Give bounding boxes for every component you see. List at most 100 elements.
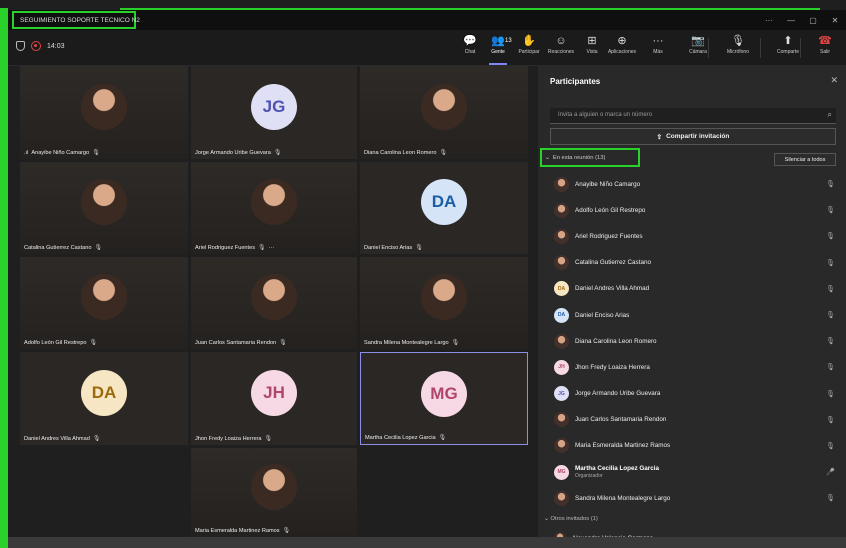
participant-name: Daniel Andres Villa Ahmad xyxy=(575,285,650,293)
participant-video-tile[interactable]: Sandra Milena Montealegre Largo 🎙 xyxy=(360,257,528,349)
participant-video-tile[interactable]: DA Daniel Andres Villa Ahmad 🎙 xyxy=(20,352,188,445)
participant-row[interactable]: Diana Carolina Leon Romero 🎙 xyxy=(538,328,846,354)
participant-row[interactable]: JG Jorge Armando Uribe Guevara 🎙 xyxy=(538,381,846,407)
participant-video-tile[interactable]: .ıl Anayibe Niño Camargo 🎙 xyxy=(20,66,188,159)
participant-video-tile[interactable]: Ariel Rodriguez Fuentes 🎙 ··· xyxy=(191,162,357,254)
other-invitees-header[interactable]: ⌄ Otros invitados (1) xyxy=(544,516,598,522)
avatar xyxy=(554,202,569,218)
participant-video-tile[interactable]: Diana Carolina Leon Romero 🎙 xyxy=(360,66,528,159)
participant-video-tile[interactable]: MG Martha Cecilia Lopez Garcia 🎙 xyxy=(360,352,528,445)
participant-name: Daniel Andres Villa Ahmad xyxy=(24,435,90,442)
participant-row[interactable]: MG Martha Cecilia Lopez Garcia Organizador… xyxy=(538,459,846,485)
toolbar-button-chat[interactable]: 💬 Chat xyxy=(455,34,485,62)
participant-name: Catalina Gutierrez Castano xyxy=(575,259,651,267)
mic-muted-icon[interactable]: 🎙 xyxy=(826,285,835,293)
toolbar-button-más[interactable]: ··· Más xyxy=(643,34,673,62)
share-invite-button[interactable]: ⇪ Compartir invitación xyxy=(550,128,836,145)
participant-video-tile[interactable]: JH Jhon Fredy Loaiza Herrera 🎙 xyxy=(191,352,357,445)
participant-info: Adolfo León Gil Restrepo xyxy=(575,207,645,214)
toolbar-button-comparte[interactable]: ⬆ Comparte xyxy=(773,34,803,62)
mic-muted-icon: 🎙 xyxy=(279,340,287,346)
title-bar: SEGUIMIENTO SOPORTE TECNICO N2 ··· — ▢ ✕ xyxy=(8,10,846,30)
participant-row[interactable]: Sandra Milena Montealegre Largo 🎙 xyxy=(538,485,846,511)
mic-muted-icon[interactable]: 🎙 xyxy=(826,337,835,345)
participant-name: Jorge Armando Uribe Guevara xyxy=(575,390,661,398)
mic-muted-icon[interactable]: 🎙 xyxy=(826,442,835,450)
mic-muted-icon[interactable]: 🎙 xyxy=(826,494,835,502)
avatar xyxy=(554,333,569,349)
more-options-icon[interactable]: ··· xyxy=(758,16,780,25)
minimize-button[interactable]: — xyxy=(780,16,802,25)
toolbar-button-vista[interactable]: ⊞ Vista xyxy=(577,34,607,62)
meeting-timer: 14:03 xyxy=(47,42,65,50)
raise-hand-icon: ✋ xyxy=(522,35,536,47)
participant-row[interactable]: Juan Carlos Santamaria Rendon 🎙 xyxy=(538,407,846,433)
participant-row[interactable]: JH Jhon Fredy Loaiza Herrera 🎙 xyxy=(538,354,846,380)
video-grid: .ıl Anayibe Niño Camargo 🎙 JG Jorge Armando … xyxy=(8,66,538,537)
toolbar-button-participar[interactable]: ✋ Participar xyxy=(514,34,544,62)
avatar xyxy=(251,274,297,320)
participant-info: Martha Cecilia Lopez Garcia Organizador xyxy=(575,465,659,479)
toolbar-button-micrófono[interactable]: 🎙 Micrófono xyxy=(723,34,753,62)
avatar: JH xyxy=(554,359,569,375)
participant-video-tile[interactable]: Maria Esmeralda Martinez Ramos 🎙 xyxy=(191,448,357,537)
mic-muted-icon[interactable]: 🎙 xyxy=(826,259,835,267)
participant-row[interactable]: DA Daniel Andres Villa Ahmad 🎙 xyxy=(538,276,846,302)
avatar xyxy=(81,274,127,320)
participant-name: Ariel Rodriguez Fuentes xyxy=(195,244,256,251)
participant-name: Daniel Enciso Arias xyxy=(575,311,630,319)
toolbar-button-reacciones[interactable]: ☺ Reacciones xyxy=(546,34,576,62)
avatar: JG xyxy=(554,386,569,402)
search-icon[interactable]: ⌕ xyxy=(828,110,832,120)
panel-title: Participantes xyxy=(550,77,601,86)
participant-video-tile[interactable]: DA Daniel Enciso Arias 🎙 xyxy=(360,162,528,254)
mic-muted-icon: 🎙 xyxy=(273,150,282,156)
participant-video-tile[interactable]: JG Jorge Armando Uribe Guevara 🎙 xyxy=(191,66,357,159)
participant-name: Diana Carolina Leon Romero xyxy=(575,337,657,345)
toolbar-button-gente[interactable]: 👥 13 Gente xyxy=(483,34,513,65)
participant-video-tile[interactable]: Catalina Gutierrez Castano 🎙 xyxy=(20,162,188,254)
shield-icon xyxy=(16,41,25,51)
participant-row[interactable]: DA Daniel Enciso Arias 🎙 xyxy=(538,302,846,328)
close-window-button[interactable]: ✕ xyxy=(824,16,846,25)
participant-name: Jhon Fredy Loaiza Herrera xyxy=(195,435,262,442)
participant-video-tile[interactable]: Adolfo León Gil Restrepo 🎙 xyxy=(20,257,188,349)
maximize-button[interactable]: ▢ xyxy=(802,16,824,25)
participant-row[interactable]: Ariel Rodriguez Fuentes 🎙 xyxy=(538,223,846,249)
mic-muted-icon[interactable]: 🎙 xyxy=(826,311,835,319)
mic-off-icon: 🎙 xyxy=(731,35,745,47)
participant-info: Juan Carlos Santamaria Rendon xyxy=(575,416,666,423)
share-invite-label: Compartir invitación xyxy=(666,133,730,140)
invite-input[interactable]: Invita a alguien o marca un número ⌕ xyxy=(550,108,836,124)
close-panel-icon[interactable]: ✕ xyxy=(830,75,838,86)
toolbar-label: Salir xyxy=(819,49,830,55)
people-icon: 👥 xyxy=(491,35,505,47)
toolbar-button-aplicaciones[interactable]: ⊕ Aplicaciones xyxy=(607,34,637,62)
participant-video-tile[interactable]: Juan Carlos Santamaria Rendon 🎙 xyxy=(191,257,357,349)
mic-muted-icon[interactable]: 🎙 xyxy=(826,206,835,214)
mic-muted-icon[interactable]: 🎙 xyxy=(826,232,835,240)
avatar xyxy=(251,463,297,510)
participant-name: Daniel Enciso Arias xyxy=(364,244,413,251)
mic-muted-icon[interactable]: 🎙 xyxy=(826,416,835,424)
mic-on-icon[interactable]: 🎤 xyxy=(826,468,835,476)
avatar: JG xyxy=(251,83,297,130)
participant-row[interactable]: Maria Esmeralda Martinez Ramos 🎙 xyxy=(538,433,846,459)
toolbar-left: 14:03 xyxy=(16,41,65,51)
mute-all-button[interactable]: Silenciar a todos xyxy=(774,153,836,166)
smiley-icon: ☺ xyxy=(555,35,567,47)
avatar xyxy=(251,179,297,225)
toolbar-divider xyxy=(800,38,801,58)
participant-row[interactable]: Adolfo León Gil Restrepo 🎙 xyxy=(538,197,846,223)
mic-muted-icon[interactable]: 🎙 xyxy=(826,180,835,188)
in-meeting-section-header[interactable]: ⌄ En esta reunión (13) xyxy=(540,148,640,167)
participant-row[interactable]: Catalina Gutierrez Castano 🎙 xyxy=(538,250,846,276)
participant-row[interactable]: Anayibe Niño Camargo 🎙 xyxy=(538,171,846,197)
mic-muted-icon[interactable]: 🎙 xyxy=(826,390,835,398)
participant-name: Sandra Milena Montealegre Largo xyxy=(364,339,449,346)
toolbar-button-salir[interactable]: ☎ Salir xyxy=(810,34,840,62)
more-icon[interactable]: ··· xyxy=(269,245,275,251)
mic-muted-icon[interactable]: 🎙 xyxy=(826,363,835,371)
mic-muted-icon: 🎙 xyxy=(92,150,100,156)
invite-placeholder: Invita a alguien o marca un número xyxy=(558,112,653,118)
